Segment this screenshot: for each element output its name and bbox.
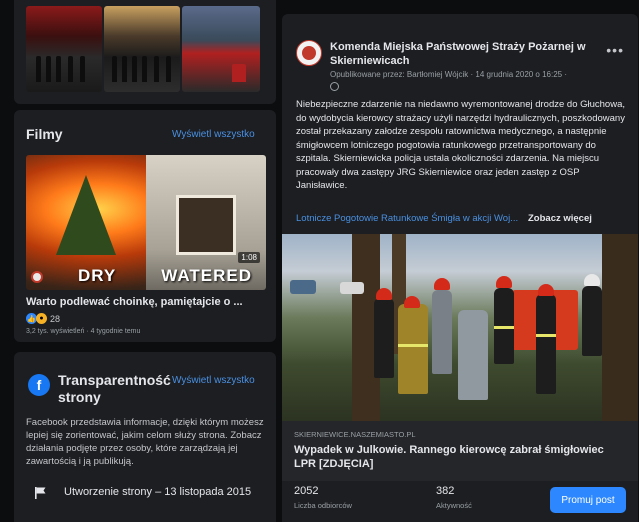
page-created-date: Utworzenie strony – 13 listopada 2015	[64, 486, 252, 498]
video-label-dry: DRY	[78, 266, 117, 285]
photo-figure	[142, 56, 147, 82]
photo-firefighter	[536, 294, 556, 394]
photo-firefighter-helmet	[434, 278, 450, 290]
photo-tree-trunk	[602, 234, 638, 421]
photo-parked-car	[290, 280, 316, 294]
video-duration: 1:08	[238, 252, 260, 263]
link-preview[interactable]: SKIERNIEWICE.NASZEMIASTO.PL Wypadek w Ju…	[282, 421, 638, 481]
video-label-watered: WATERED	[161, 266, 252, 285]
photo-thumbnail[interactable]	[182, 6, 260, 92]
photo-firefighter	[432, 290, 452, 374]
reach-count: 2052	[294, 485, 319, 497]
photo-thumbnail[interactable]	[26, 6, 102, 92]
video-meta: 3,2 tys. wyświetleń · 4 tygodnie temu	[26, 328, 141, 335]
films-see-all-link[interactable]: Wyświetl wszystko	[172, 129, 255, 140]
see-more-link[interactable]: Zobacz więcej	[528, 213, 592, 224]
photo-parked-car	[340, 282, 364, 294]
post-meta: Opublikowane przez: Bartłomiej Wójcik · …	[330, 70, 568, 79]
photo-reflective-stripe	[398, 344, 428, 347]
photo-figure	[112, 56, 117, 82]
films-title: Filmy	[26, 126, 63, 142]
transparency-see-all-link[interactable]: Wyświetl wszystko	[172, 375, 255, 386]
video-scene-tree	[56, 175, 116, 255]
photo-figure	[132, 56, 137, 82]
reach-label: Liczba odbiorców	[294, 501, 352, 510]
photo-firefighter	[398, 304, 428, 394]
photo-figure	[154, 56, 159, 82]
photo-firefighter-helmet	[584, 274, 600, 286]
transparency-title: Transparentność strony	[58, 372, 171, 405]
right-column: Komenda Miejska Państwowej Straży Pożarn…	[282, 0, 638, 522]
video-title[interactable]: Warto podlewać choinkę, pamiętajcie o ..…	[26, 296, 243, 308]
photo-thumbnail[interactable]	[104, 6, 180, 92]
photo-figure	[232, 64, 246, 82]
post-hashtags[interactable]: Lotnicze Pogotowie Ratunkowe Śmigła w ak…	[296, 213, 518, 224]
transparency-description: Facebook przedstawia informacje, dzięki …	[26, 417, 264, 467]
photos-card	[14, 0, 276, 104]
video-scene-fireplace	[176, 195, 236, 255]
films-section: Filmy Wyświetl wszystko 1:08 DRY WATERED…	[14, 110, 276, 342]
globe-icon	[330, 82, 339, 91]
fire-brigade-emblem-icon	[302, 46, 316, 60]
photo-figure	[46, 56, 51, 82]
wow-reaction-icon: ●	[36, 313, 47, 324]
left-column: Filmy Wyświetl wszystko 1:08 DRY WATERED…	[14, 0, 276, 522]
photo-figure	[36, 56, 41, 82]
promote-post-button[interactable]: Promuj post	[550, 487, 626, 513]
reaction-count: 28	[50, 313, 61, 324]
channel-logo-icon	[31, 271, 43, 283]
photo-firefighter	[374, 298, 394, 378]
video-thumbnail[interactable]: 1:08 DRY WATERED	[26, 155, 266, 290]
photo-firefighter-helmet	[496, 276, 512, 288]
photo-reflective-stripe	[536, 334, 556, 337]
more-options-icon[interactable]: •••	[606, 42, 624, 58]
post-text: Niebezpieczne zdarzenie na niedawno wyre…	[296, 99, 626, 191]
photo-figure	[122, 56, 127, 82]
photo-figure	[56, 56, 61, 82]
link-domain: SKIERNIEWICE.NASZEMIASTO.PL	[294, 430, 416, 439]
photo-figure	[68, 56, 73, 82]
transparency-section: f Transparentność strony Wyświetl wszyst…	[14, 352, 276, 522]
page-avatar[interactable]	[296, 40, 322, 66]
photo-firefighter-helmet	[376, 288, 392, 300]
post-photo[interactable]	[282, 234, 638, 421]
photo-firefighter-helmet	[538, 284, 554, 296]
link-title[interactable]: Wypadek w Julkowie. Rannego kierowcę zab…	[294, 443, 614, 471]
engagement-count: 382	[436, 485, 455, 497]
photo-paramedic	[458, 310, 488, 400]
photo-firefighter-helmet	[404, 296, 420, 308]
video-reactions[interactable]: 👍 ● 28	[26, 313, 60, 324]
photo-figure	[80, 56, 85, 82]
engagement-label: Aktywność	[436, 501, 472, 510]
photo-firefighter	[582, 286, 602, 356]
facebook-icon: f	[28, 374, 50, 396]
post-card: Komenda Miejska Państwowej Straży Pożarn…	[282, 14, 638, 522]
post-page-name[interactable]: Komenda Miejska Państwowej Straży Pożarn…	[330, 40, 600, 68]
flag-icon	[35, 487, 46, 499]
photo-figure	[166, 56, 171, 82]
photo-reflective-stripe	[494, 326, 514, 329]
